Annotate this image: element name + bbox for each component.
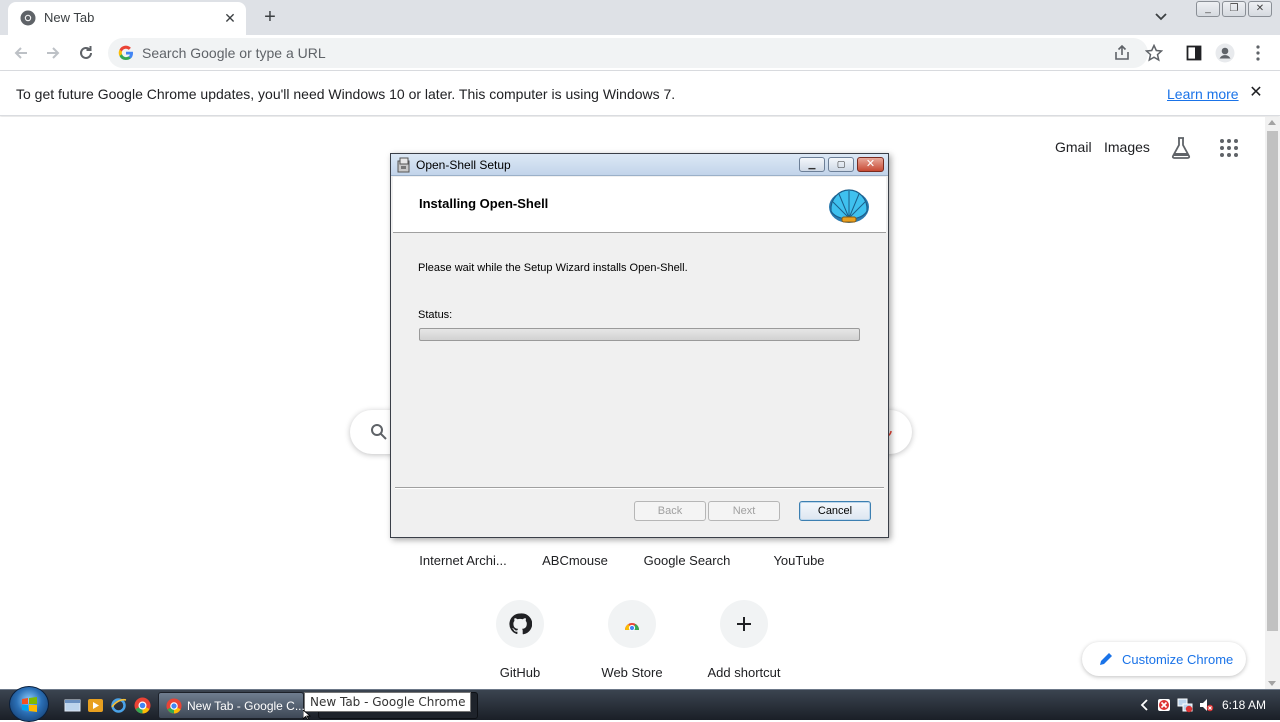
dialog-minimize-button[interactable]: ▁ bbox=[799, 157, 825, 172]
customize-chrome-label: Customize Chrome bbox=[1122, 652, 1234, 667]
google-g-icon bbox=[118, 45, 133, 61]
close-icon[interactable]: ✕ bbox=[1247, 83, 1265, 101]
chrome-quicklaunch-icon[interactable] bbox=[134, 697, 151, 714]
restore-button[interactable]: ❐ bbox=[1222, 1, 1246, 17]
images-link[interactable]: Images bbox=[1104, 139, 1150, 155]
close-tab-icon[interactable]: ✕ bbox=[220, 8, 240, 28]
scroll-up-arrow[interactable] bbox=[1268, 120, 1276, 125]
install-progress-bar bbox=[419, 328, 860, 341]
windows-taskbar: New Tab - Google C... 6:18 AM bbox=[0, 686, 1280, 722]
tab-new-tab[interactable]: New Tab ✕ bbox=[8, 2, 246, 35]
search-icon bbox=[371, 424, 387, 440]
plus-icon[interactable] bbox=[720, 600, 768, 648]
shortcut-google-search[interactable]: Google Search bbox=[632, 553, 742, 568]
installer-icon bbox=[397, 157, 410, 173]
open-shell-logo-icon bbox=[829, 189, 869, 223]
shortcut-github[interactable]: GitHub bbox=[465, 665, 575, 680]
omnibox[interactable] bbox=[108, 38, 1148, 68]
page-scrollbar[interactable] bbox=[1265, 117, 1280, 689]
side-panel-icon[interactable] bbox=[1183, 42, 1205, 64]
shortcut-internet-archive[interactable]: Internet Archi... bbox=[408, 553, 518, 568]
taskbar-tooltip: New Tab - Google Chrome bbox=[304, 692, 472, 712]
start-button[interactable] bbox=[9, 686, 49, 722]
star-icon[interactable] bbox=[1143, 42, 1165, 64]
media-player-icon[interactable] bbox=[87, 697, 104, 714]
next-button[interactable]: Next bbox=[708, 501, 780, 521]
setup-dialog: Open-Shell Setup ▁ ▢ ✕ Installing Open-S… bbox=[390, 153, 889, 538]
shortcut-abcmouse[interactable]: ABCmouse bbox=[520, 553, 630, 568]
reload-icon[interactable] bbox=[73, 40, 99, 66]
scrollbar-thumb[interactable] bbox=[1267, 131, 1278, 631]
dialog-separator bbox=[395, 487, 884, 489]
windows-flag-icon bbox=[22, 697, 37, 712]
add-shortcut[interactable]: Add shortcut bbox=[689, 665, 799, 680]
pencil-icon bbox=[1100, 653, 1112, 665]
action-center-icon[interactable] bbox=[1156, 697, 1172, 713]
cancel-button[interactable]: Cancel bbox=[799, 501, 871, 521]
chrome-icon bbox=[20, 10, 36, 26]
apps-grid-icon[interactable] bbox=[1219, 138, 1239, 158]
mouse-cursor-icon bbox=[303, 710, 311, 720]
shortcut-youtube[interactable]: YouTube bbox=[744, 553, 854, 568]
network-icon[interactable] bbox=[1177, 697, 1193, 713]
back-button[interactable]: Back bbox=[634, 501, 706, 521]
tab-strip: New Tab ✕ + _ ❐ ✕ bbox=[0, 0, 1280, 35]
dialog-heading: Installing Open-Shell bbox=[419, 196, 549, 211]
chrome-icon bbox=[166, 698, 182, 714]
new-tab-button[interactable]: + bbox=[258, 5, 282, 29]
labs-icon[interactable] bbox=[1170, 136, 1192, 160]
tray-expand-icon[interactable] bbox=[1137, 697, 1153, 713]
taskbar-chrome-button[interactable]: New Tab - Google C... bbox=[158, 692, 305, 719]
update-infobar: To get future Google Chrome updates, you… bbox=[0, 71, 1280, 116]
chevron-down-icon[interactable] bbox=[1150, 6, 1172, 28]
dialog-title: Open-Shell Setup bbox=[416, 158, 511, 172]
window-controls: _ ❐ ✕ bbox=[1196, 1, 1272, 17]
dialog-titlebar[interactable]: Open-Shell Setup ▁ ▢ ✕ bbox=[391, 154, 888, 176]
internet-explorer-icon[interactable] bbox=[110, 697, 127, 714]
back-icon[interactable] bbox=[8, 40, 34, 66]
omnibox-input[interactable] bbox=[142, 43, 1042, 63]
dialog-message: Please wait while the Setup Wizard insta… bbox=[418, 262, 688, 274]
learn-more-link[interactable]: Learn more bbox=[1167, 86, 1239, 102]
dialog-close-button[interactable]: ✕ bbox=[857, 157, 884, 172]
webstore-icon[interactable] bbox=[608, 600, 656, 648]
shortcut-web-store[interactable]: Web Store bbox=[577, 665, 687, 680]
menu-icon[interactable] bbox=[1247, 42, 1269, 64]
window-close-button[interactable]: ✕ bbox=[1248, 1, 1272, 17]
volume-muted-icon[interactable] bbox=[1198, 697, 1214, 713]
dialog-header: Installing Open-Shell bbox=[393, 177, 886, 233]
show-desktop-icon[interactable] bbox=[64, 697, 81, 714]
toolbar bbox=[0, 35, 1280, 71]
scroll-down-arrow[interactable] bbox=[1268, 681, 1276, 686]
minimize-button[interactable]: _ bbox=[1196, 1, 1220, 17]
dialog-maximize-button[interactable]: ▢ bbox=[828, 157, 854, 172]
gmail-link[interactable]: Gmail bbox=[1055, 139, 1092, 155]
status-label: Status: bbox=[418, 309, 453, 321]
tab-title: New Tab bbox=[44, 10, 95, 25]
taskbar-chrome-label: New Tab - Google C... bbox=[187, 699, 305, 713]
github-icon[interactable] bbox=[496, 600, 544, 648]
share-icon[interactable] bbox=[1113, 44, 1131, 62]
customize-chrome-button[interactable]: Customize Chrome bbox=[1082, 642, 1246, 676]
forward-icon[interactable] bbox=[40, 40, 66, 66]
infobar-message: To get future Google Chrome updates, you… bbox=[16, 86, 676, 102]
taskbar-clock: 6:18 AM bbox=[1222, 698, 1267, 712]
profile-icon[interactable] bbox=[1214, 42, 1236, 64]
